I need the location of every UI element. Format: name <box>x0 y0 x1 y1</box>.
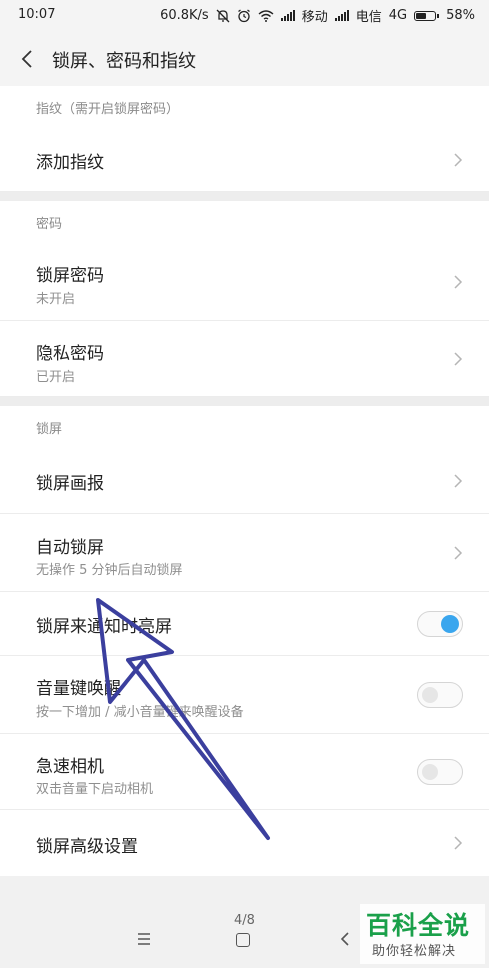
watermark-subtitle: 助你轻松解决 <box>372 944 457 959</box>
chevron-right-icon <box>454 153 463 167</box>
battery-fill <box>416 12 427 19</box>
section-label: 密码 <box>36 217 63 232</box>
status-bar: 10:07 60.8K/s 移动 电信 4G 58% <box>0 0 489 32</box>
volume-wake-toggle[interactable] <box>417 682 463 708</box>
row-title: 锁屏来通知时亮屏 <box>36 617 172 637</box>
home-button-icon[interactable] <box>236 933 250 947</box>
watermark-title: 百科全说 <box>366 911 471 940</box>
battery-icon <box>414 10 440 21</box>
section-gap <box>0 397 489 406</box>
row-lock-password[interactable]: 锁屏密码 未开启 <box>0 243 489 321</box>
signal-icon <box>280 10 295 21</box>
nav-back-icon[interactable] <box>340 931 350 947</box>
watermark-logo: 百科全说 助你轻松解决 <box>360 904 485 964</box>
row-notify-wake[interactable]: 锁屏来通知时亮屏 <box>0 592 489 656</box>
battery-percent: 58% <box>446 8 475 23</box>
carrier-1: 移动 <box>301 10 328 25</box>
row-title: 急速相机 <box>36 757 104 777</box>
status-right: 60.8K/s 移动 电信 4G 58% <box>160 6 475 25</box>
chevron-right-icon <box>454 275 463 289</box>
section-header-lockscreen: 锁屏 <box>0 406 489 448</box>
section-label: 指纹（需开启锁屏密码） <box>36 102 180 117</box>
notify-wake-toggle[interactable] <box>417 611 463 637</box>
row-subtitle: 按一下增加 / 减小音量键来唤醒设备 <box>36 705 244 720</box>
app-header: 锁屏、密码和指纹 <box>0 32 489 86</box>
signal-icon-2 <box>334 10 349 21</box>
row-title: 音量键唤醒 <box>36 679 121 699</box>
row-title: 添加指纹 <box>36 153 104 173</box>
row-advanced-settings[interactable]: 锁屏高级设置 <box>0 810 489 876</box>
chevron-right-icon <box>454 836 463 850</box>
chevron-right-icon <box>454 546 463 560</box>
net-speed: 60.8K/s <box>160 8 209 23</box>
row-title: 锁屏密码 <box>36 266 104 286</box>
chevron-right-icon <box>454 474 463 488</box>
section-header-password: 密码 <box>0 201 489 243</box>
row-add-fingerprint[interactable]: 添加指纹 <box>0 128 489 192</box>
status-time: 10:07 <box>18 7 56 22</box>
section-header-fingerprint: 指纹（需开启锁屏密码） <box>0 86 489 128</box>
chevron-right-icon <box>454 352 463 366</box>
row-subtitle: 已开启 <box>36 370 76 385</box>
mute-bell-icon <box>216 9 230 23</box>
row-lock-wallpaper[interactable]: 锁屏画报 <box>0 448 489 514</box>
row-title: 锁屏画报 <box>36 474 104 494</box>
wifi-icon <box>258 9 274 22</box>
row-auto-lock[interactable]: 自动锁屏 无操作 5 分钟后自动锁屏 <box>0 514 489 592</box>
settings-list: 指纹（需开启锁屏密码） 添加指纹 密码 锁屏密码 未开启 隐私密码 已开启 锁屏… <box>0 86 489 876</box>
page-title: 锁屏、密码和指纹 <box>52 51 196 72</box>
section-gap <box>0 192 489 201</box>
back-arrow-icon[interactable] <box>18 48 38 70</box>
network-type: 4G <box>388 8 408 23</box>
row-privacy-password[interactable]: 隐私密码 已开启 <box>0 321 489 397</box>
section-label: 锁屏 <box>36 422 63 437</box>
row-subtitle: 双击音量下启动相机 <box>36 782 154 797</box>
row-subtitle: 未开启 <box>36 292 76 307</box>
row-volume-wake[interactable]: 音量键唤醒 按一下增加 / 减小音量键来唤醒设备 <box>0 656 489 734</box>
quick-camera-toggle[interactable] <box>417 759 463 785</box>
row-title: 隐私密码 <box>36 344 104 364</box>
row-subtitle: 无操作 5 分钟后自动锁屏 <box>36 563 183 578</box>
menu-icon[interactable] <box>136 932 152 946</box>
row-title: 自动锁屏 <box>36 538 104 558</box>
alarm-clock-icon <box>237 8 251 23</box>
row-quick-camera[interactable]: 急速相机 双击音量下启动相机 <box>0 734 489 810</box>
row-title: 锁屏高级设置 <box>36 837 138 857</box>
carrier-2: 电信 <box>355 10 382 25</box>
